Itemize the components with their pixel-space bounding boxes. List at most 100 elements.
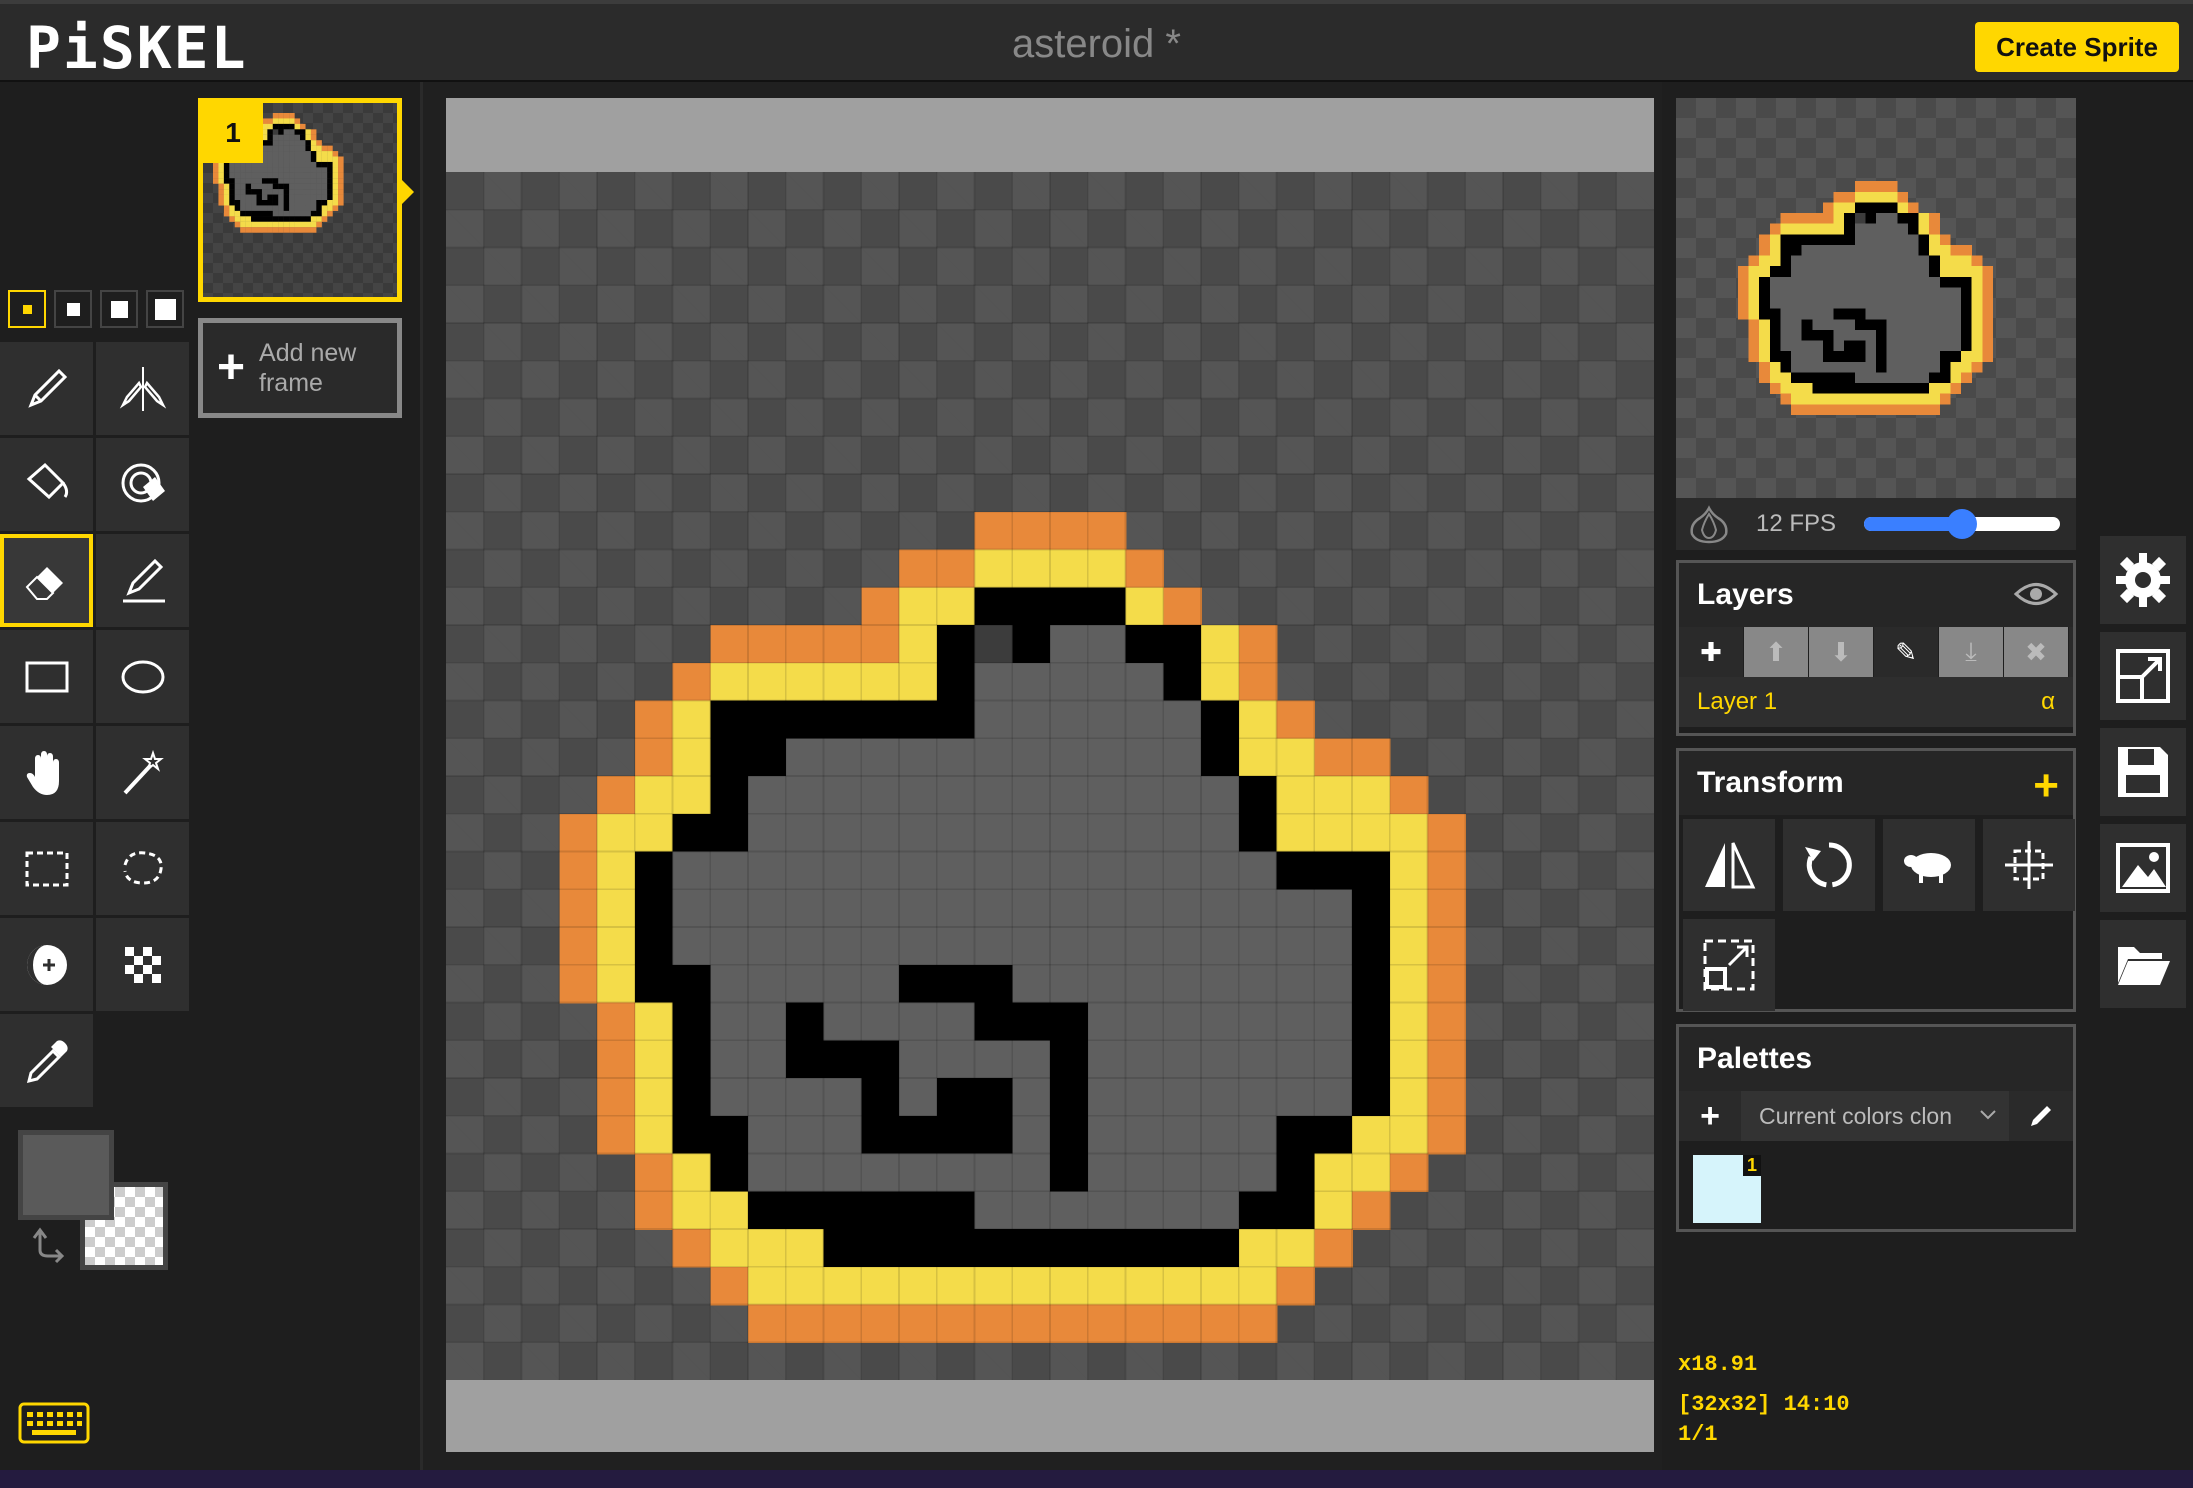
- sprite-pixel: [294, 161, 301, 168]
- sprite-pixel: [1822, 308, 1834, 320]
- move-tool[interactable]: [0, 726, 93, 819]
- plus-icon[interactable]: +: [2033, 761, 2059, 811]
- merge-layer-button[interactable]: ⤓: [1939, 627, 2004, 677]
- sprite-pixel: [289, 216, 295, 222]
- palettes-title: Palettes: [1697, 1042, 1813, 1075]
- sprite-pixel: [1012, 549, 1051, 589]
- sprite-pixel: [1125, 549, 1165, 589]
- keyboard-shortcuts-icon[interactable]: [18, 1402, 90, 1444]
- sprite-pixel: [861, 813, 900, 853]
- rectangle-tool[interactable]: [0, 630, 93, 723]
- resize-button[interactable]: [2100, 632, 2186, 720]
- eraser-tool[interactable]: [0, 534, 93, 627]
- clone-button[interactable]: [1883, 819, 1975, 911]
- sprite-pixel: [310, 161, 317, 168]
- sprite-pixel: [974, 964, 1014, 1004]
- sprite-pixel: [823, 1040, 863, 1079]
- sprite-pixel: [256, 189, 263, 195]
- shape-selection-tool[interactable]: [96, 726, 189, 819]
- layer-item[interactable]: Layer 1 α: [1679, 677, 2073, 727]
- sprite-pixel: [1876, 404, 1887, 416]
- sprite-pixel: [1314, 813, 1353, 853]
- fps-slider[interactable]: [1864, 509, 2060, 539]
- dithering-tool[interactable]: [96, 918, 189, 1011]
- sprite-pixel: [1012, 1153, 1051, 1193]
- pen-size-1[interactable]: [8, 290, 46, 328]
- sprite-pixel: [710, 851, 749, 891]
- sprite-pixel: [267, 216, 273, 222]
- sprite-pixel: [338, 189, 344, 195]
- stroke-tool[interactable]: [96, 534, 189, 627]
- sprite-pixel: [559, 927, 598, 966]
- move-layer-down-button[interactable]: ⬇: [1809, 627, 1874, 677]
- fps-slider-knob[interactable]: [1947, 509, 1977, 539]
- palette-select[interactable]: Current colors clon: [1741, 1091, 2009, 1141]
- pen-size-3[interactable]: [100, 290, 138, 328]
- edit-layer-button[interactable]: ✎: [1874, 627, 1939, 677]
- add-layer-button[interactable]: ✚: [1679, 627, 1744, 677]
- onion-skin-icon[interactable]: [1686, 504, 1732, 544]
- swap-colors-icon[interactable]: [30, 1226, 70, 1266]
- sprite-pixel: [234, 183, 241, 190]
- edit-palette-button[interactable]: [2009, 1102, 2073, 1130]
- ellipse-tool[interactable]: [96, 630, 189, 723]
- sprite-pixel: [223, 194, 230, 201]
- sprite-pixel: [1163, 700, 1202, 740]
- pen-size-4[interactable]: [146, 290, 184, 328]
- sprite-pixel: [1918, 276, 1930, 288]
- lasso-selection-icon: [123, 850, 163, 885]
- sprite-pixel: [559, 889, 598, 928]
- sprite-pixel: [672, 1078, 712, 1117]
- sprite-pixel: [1844, 372, 1855, 384]
- sprite-pixel: [332, 161, 339, 168]
- lighten-tool[interactable]: [0, 918, 93, 1011]
- sprite-pixel: [899, 587, 938, 626]
- create-sprite-button[interactable]: Create Sprite: [1975, 22, 2179, 72]
- pen-tool[interactable]: [0, 342, 93, 435]
- export-button[interactable]: [2100, 824, 2186, 912]
- sprite-pixel: [974, 1304, 1014, 1344]
- sprite-pixel: [1876, 202, 1887, 214]
- add-new-frame-button[interactable]: + Add new frame: [198, 318, 402, 418]
- sprite-pixel: [272, 172, 279, 179]
- move-layer-up-button[interactable]: ⬆: [1744, 627, 1809, 677]
- sprite-pixel: [1961, 255, 1972, 267]
- add-palette-button[interactable]: +: [1679, 1097, 1741, 1136]
- rectangle-selection-tool[interactable]: [0, 822, 93, 915]
- import-button[interactable]: [2100, 920, 2186, 1008]
- center-button[interactable]: [1983, 819, 2075, 911]
- sprite-pixel: [1897, 404, 1909, 416]
- delete-layer-button[interactable]: ✖: [2004, 627, 2069, 677]
- rotate-button[interactable]: [1783, 819, 1875, 911]
- sprite-pixel: [785, 625, 825, 664]
- drawing-canvas[interactable]: [446, 172, 1654, 1380]
- sprite-pixel: [310, 216, 317, 222]
- pen-size-2[interactable]: [54, 290, 92, 328]
- primary-color-swatch[interactable]: [18, 1130, 114, 1220]
- palette-color-swatch[interactable]: 1: [1693, 1155, 1761, 1223]
- color-picker-tool[interactable]: [0, 1014, 93, 1107]
- save-button[interactable]: [2100, 728, 2186, 816]
- sprite-pixel: [823, 1002, 863, 1042]
- sprite-pixel: [1886, 202, 1898, 214]
- sprite-pixel: [1907, 393, 1919, 405]
- transform-header: Transform +: [1679, 751, 2073, 815]
- lasso-selection-tool[interactable]: [96, 822, 189, 915]
- sprite-pixel: [1125, 776, 1165, 815]
- flip-button[interactable]: [1683, 819, 1775, 911]
- sprite-pixel: [1801, 298, 1813, 309]
- crop-button[interactable]: [1683, 919, 1775, 1011]
- sprite-pixel: [1833, 404, 1845, 416]
- sprite-pixel: [1163, 738, 1202, 777]
- sprite-pixel: [1844, 213, 1855, 224]
- sprite-pixel: [899, 1229, 938, 1268]
- layer-alpha[interactable]: α: [2041, 688, 2055, 716]
- vertical-mirror-pen-tool[interactable]: [96, 342, 189, 435]
- eye-icon[interactable]: [2013, 579, 2059, 609]
- sprite-pixel: [327, 210, 333, 217]
- settings-button[interactable]: [2100, 536, 2186, 624]
- frame-thumbnail[interactable]: 1: [198, 98, 402, 302]
- paint-bucket-tool[interactable]: [0, 438, 93, 531]
- sprite-pixel: [1201, 851, 1240, 891]
- paint-same-color-tool[interactable]: [96, 438, 189, 531]
